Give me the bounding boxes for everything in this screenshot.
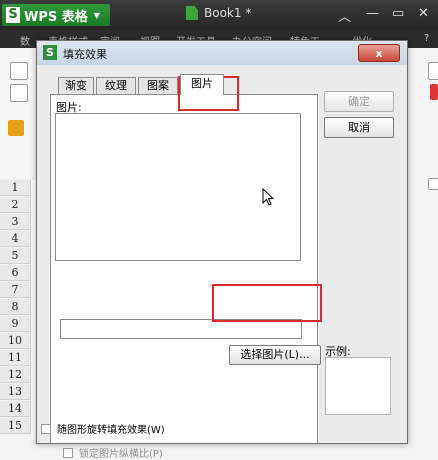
row-header[interactable]: 5	[0, 248, 31, 264]
app-menu-button[interactable]: S WPS 表格 ▼	[2, 4, 110, 26]
menu-item-data[interactable]: 数	[20, 33, 30, 48]
app-name: WPS 表格	[24, 9, 88, 25]
folder-icon[interactable]	[8, 120, 24, 136]
row-header[interactable]: 6	[0, 265, 31, 281]
row-header[interactable]: 13	[0, 384, 31, 400]
row-header[interactable]: 12	[0, 367, 31, 383]
app-titlebar: S WPS 表格 ▼ Book1 * ︿ — ▭ ✕	[0, 0, 438, 30]
format-painter-icon[interactable]	[10, 84, 28, 102]
cancel-button[interactable]: 取消	[324, 117, 394, 138]
example-preview	[325, 357, 391, 415]
dialog-title: 填充效果	[63, 48, 107, 61]
row-header[interactable]: 10	[0, 333, 31, 349]
chevron-down-icon: ▼	[93, 10, 100, 20]
scroll-arrow-icon[interactable]	[428, 178, 438, 190]
tab-gradient[interactable]: 渐变	[58, 77, 94, 94]
row-header[interactable]: 2	[0, 197, 31, 213]
row-header[interactable]: 3	[0, 214, 31, 230]
row-header[interactable]: 8	[0, 299, 31, 315]
font-size-box[interactable]	[428, 62, 438, 80]
close-button[interactable]: x	[358, 44, 400, 62]
help-icon[interactable]: ?	[424, 33, 429, 44]
row-header[interactable]: 14	[0, 401, 31, 417]
dialog-titlebar[interactable]: S 填充效果 x	[37, 41, 407, 65]
row-header[interactable]: 15	[0, 418, 31, 434]
ribbon-right-area	[408, 48, 438, 440]
lock-aspect-ratio-label: 锁定图片纵横比(P)	[79, 449, 163, 460]
select-picture-button[interactable]: 选择图片(L)...	[229, 345, 321, 365]
spreadsheet-file-icon	[186, 6, 198, 20]
highlight-select-picture-button	[212, 284, 322, 322]
row-header[interactable]: 1	[0, 180, 31, 196]
checkbox-box[interactable]	[63, 447, 73, 458]
select-tool-icon[interactable]	[10, 62, 28, 80]
mouse-cursor-icon	[262, 188, 275, 206]
picture-tab-panel: 图片: 选择图片(L)... 锁定图片纵横比(P)	[50, 94, 321, 460]
picture-path-field	[60, 319, 302, 339]
wps-s-icon: S	[43, 45, 57, 60]
close-window-icon[interactable]: ✕	[418, 6, 429, 21]
lock-aspect-ratio-checkbox[interactable]: 锁定图片纵横比(P)	[63, 445, 163, 460]
collapse-ribbon-icon[interactable]: ︿	[338, 6, 351, 25]
wps-s-icon: S	[6, 7, 20, 23]
font-color-icon[interactable]	[430, 84, 438, 100]
minimize-icon[interactable]: —	[366, 6, 379, 21]
tab-pattern[interactable]: 图案	[138, 77, 178, 94]
row-header[interactable]: 7	[0, 282, 31, 298]
document-title: Book1 *	[186, 6, 251, 20]
row-header[interactable]: 4	[0, 231, 31, 247]
tab-picture[interactable]: 图片	[180, 74, 224, 95]
maximize-icon[interactable]: ▭	[392, 6, 404, 21]
checkbox-box[interactable]	[41, 423, 51, 434]
ribbon-left-area	[0, 48, 41, 178]
document-title-label: Book1 *	[204, 6, 252, 20]
row-header[interactable]: 11	[0, 350, 31, 366]
rotate-with-shape-label: 随图形旋转填充效果(W)	[57, 425, 165, 436]
ok-button[interactable]: 确定	[324, 91, 394, 112]
picture-preview	[55, 113, 301, 261]
rotate-with-shape-checkbox[interactable]: 随图形旋转填充效果(W)	[41, 421, 165, 436]
row-header[interactable]: 9	[0, 316, 31, 332]
tab-texture[interactable]: 纹理	[96, 77, 136, 94]
